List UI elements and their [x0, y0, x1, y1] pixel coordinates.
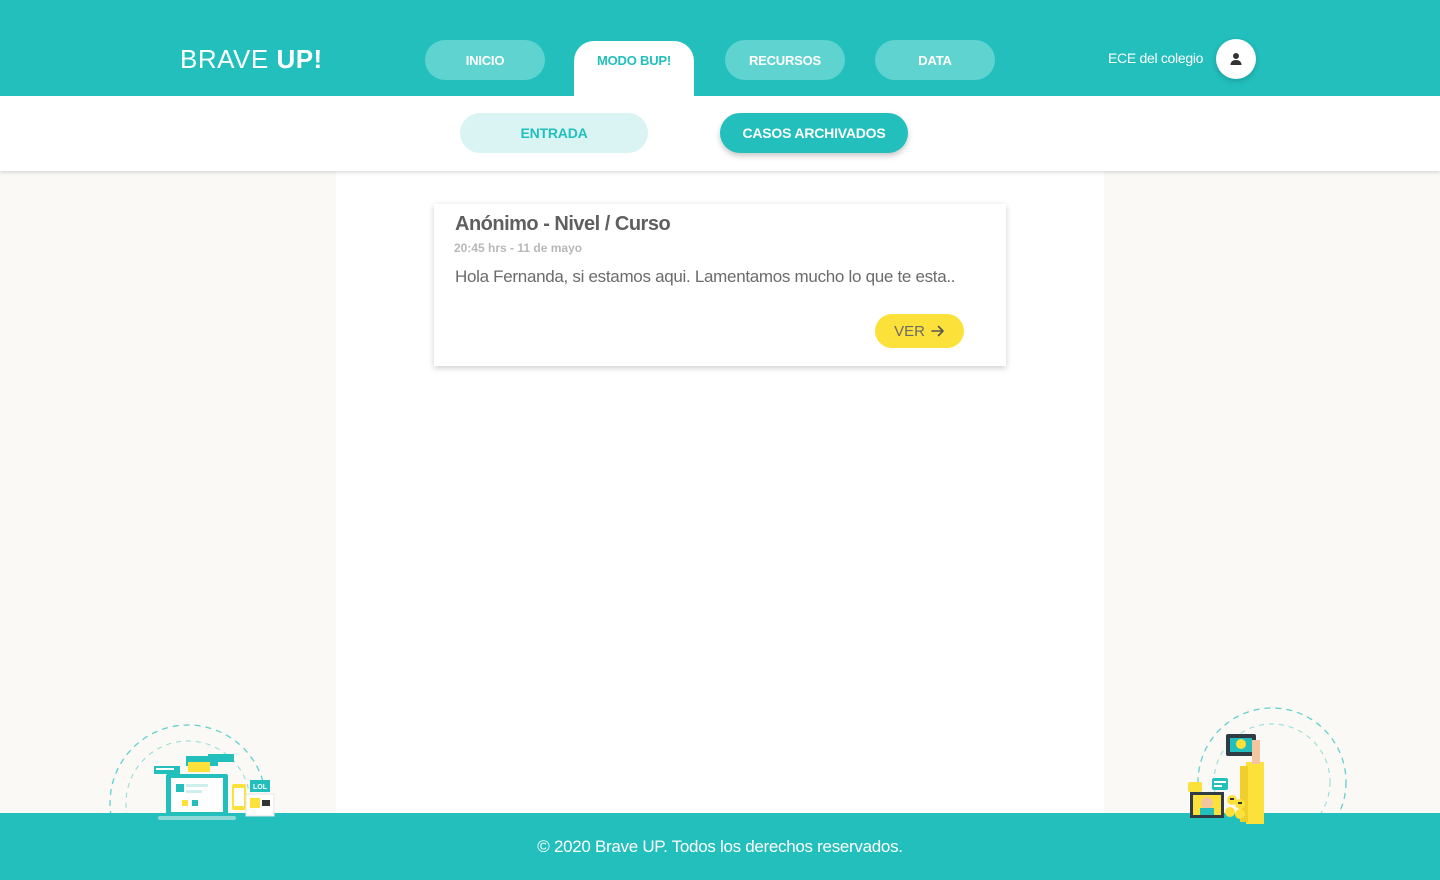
logo-text-light: BRAVE	[180, 44, 277, 74]
tab-inicio[interactable]: INICIO	[425, 40, 545, 80]
social-media-illustration	[1188, 707, 1347, 828]
tab-recursos[interactable]: RECURSOS	[725, 40, 845, 80]
tab-data[interactable]: DATA	[875, 40, 995, 80]
lol-label: LOL	[253, 784, 268, 791]
copyright-text: © 2020 Brave UP. Todos los derechos rese…	[537, 837, 903, 856]
top-header: BRAVE UP! INICIO MODO BUP! RECURSOS DATA…	[0, 0, 1440, 96]
user-name[interactable]: ECE del colegio	[1108, 50, 1203, 66]
case-timestamp: 20:45 hrs - 11 de mayo	[454, 241, 583, 255]
case-message-preview: Hola Fernanda, si estamos aqui. Lamentam…	[455, 267, 956, 286]
tab-modo-bup[interactable]: MODO BUP!	[574, 41, 694, 96]
arrow-right-icon	[931, 325, 944, 337]
logo-text-bold: UP!	[276, 44, 323, 74]
case-title: Anónimo - Nivel / Curso	[455, 213, 671, 235]
devices-illustration: LOL	[109, 724, 275, 826]
brave-up-logo[interactable]: BRAVE UP!	[180, 44, 323, 75]
user-icon	[1230, 53, 1242, 65]
avatar[interactable]	[1216, 39, 1256, 79]
sub-navigation: ENTRADA CASOS ARCHIVADOS	[0, 96, 1440, 171]
tab-entrada[interactable]: ENTRADA	[460, 113, 648, 153]
ver-button[interactable]: VER	[875, 314, 964, 348]
ver-button-label: VER	[894, 322, 925, 340]
tab-casos-archivados[interactable]: CASOS ARCHIVADOS	[720, 113, 908, 153]
case-card: Anónimo - Nivel / Curso 20:45 hrs - 11 d…	[434, 204, 1006, 366]
